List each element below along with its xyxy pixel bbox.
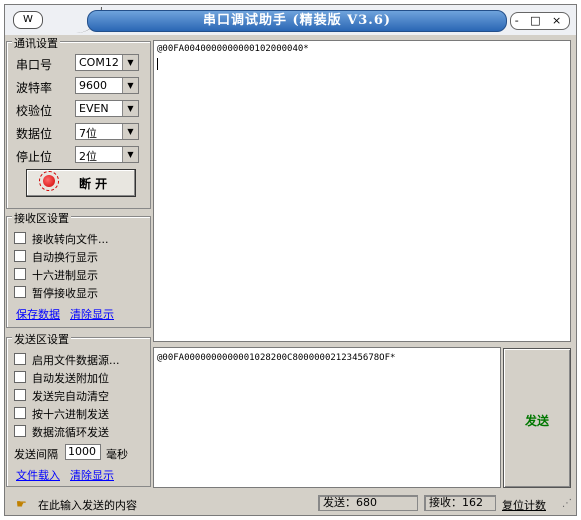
stopbits-row: 停止位 2位 ▼ bbox=[12, 146, 144, 164]
status-light-icon bbox=[43, 175, 55, 187]
window-title: 串口调试助手 (精装版 V3.6) bbox=[202, 13, 392, 28]
checkbox-label: 接收转向文件... bbox=[32, 233, 109, 246]
interval-row: 发送间隔 1000 毫秒 bbox=[12, 444, 144, 462]
checkbox-label: 自动发送附加位 bbox=[32, 372, 109, 385]
checkbox-icon[interactable] bbox=[14, 268, 26, 280]
send-textarea[interactable]: @00FA0000000000001028200C800000021234567… bbox=[153, 347, 501, 488]
system-menu-icon[interactable]: W bbox=[13, 11, 43, 29]
interval-label: 发送间隔 bbox=[14, 448, 58, 461]
chevron-down-icon[interactable]: ▼ bbox=[122, 124, 138, 139]
loop-send-checkbox[interactable]: 数据流循环发送 bbox=[12, 423, 142, 439]
baud-value: 9600 bbox=[79, 79, 107, 92]
received-counter: 接收：162 bbox=[424, 495, 496, 511]
chevron-down-icon[interactable]: ▼ bbox=[122, 147, 138, 162]
checkbox-icon[interactable] bbox=[14, 250, 26, 262]
baud-select[interactable]: 9600 ▼ bbox=[75, 77, 139, 94]
parity-value: EVEN bbox=[79, 102, 109, 115]
checkbox-label: 按十六进制发送 bbox=[32, 408, 109, 421]
checkbox-icon[interactable] bbox=[14, 407, 26, 419]
save-data-link[interactable]: 保存数据 bbox=[16, 306, 60, 322]
auto-clear-checkbox[interactable]: 发送完自动清空 bbox=[12, 387, 142, 403]
databits-label: 数据位 bbox=[16, 127, 53, 141]
receive-content: @00FA0040000000000102000040* bbox=[157, 44, 309, 54]
send-clear-link[interactable]: 清除显示 bbox=[70, 467, 114, 483]
send-button-label: 发送 bbox=[524, 414, 549, 428]
checkbox-label: 数据流循环发送 bbox=[32, 426, 109, 439]
checkbox-icon[interactable] bbox=[14, 353, 26, 365]
parity-select[interactable]: EVEN ▼ bbox=[75, 100, 139, 117]
stopbits-select[interactable]: 2位 ▼ bbox=[75, 146, 139, 163]
reset-count-button[interactable]: 复位计数 bbox=[502, 497, 546, 513]
stopbits-label: 停止位 bbox=[16, 150, 53, 164]
checkbox-label: 十六进制显示 bbox=[32, 269, 98, 282]
chevron-down-icon[interactable]: ▼ bbox=[122, 55, 138, 70]
file-load-link[interactable]: 文件载入 bbox=[16, 467, 60, 483]
checkbox-icon[interactable] bbox=[14, 286, 26, 298]
resize-grip-icon[interactable]: ⋰ bbox=[562, 498, 572, 509]
disconnect-label: 断 开 bbox=[79, 177, 108, 191]
receive-textarea[interactable]: @00FA0040000000000102000040* bbox=[153, 40, 571, 342]
checkbox-icon[interactable] bbox=[14, 425, 26, 437]
disconnect-button[interactable]: 断 开 bbox=[26, 169, 136, 197]
receive-clear-link[interactable]: 清除显示 bbox=[70, 306, 114, 322]
stopbits-value: 2位 bbox=[79, 150, 97, 163]
chevron-down-icon[interactable]: ▼ bbox=[122, 101, 138, 116]
port-label: 串口号 bbox=[16, 58, 53, 72]
title-bar: W 串口调试助手 (精装版 V3.6) - □ × bbox=[5, 5, 576, 35]
baud-row: 波特率 9600 ▼ bbox=[12, 77, 144, 95]
interval-unit: 毫秒 bbox=[106, 448, 128, 461]
chevron-down-icon[interactable]: ▼ bbox=[122, 78, 138, 93]
hand-pointer-icon: ☛ bbox=[16, 497, 27, 511]
checkbox-label: 启用文件数据源... bbox=[32, 354, 120, 367]
databits-value: 7位 bbox=[79, 127, 97, 140]
baud-label: 波特率 bbox=[16, 81, 53, 95]
title-pill: 串口调试助手 (精装版 V3.6) bbox=[87, 10, 507, 32]
databits-select[interactable]: 7位 ▼ bbox=[75, 123, 139, 140]
checkbox-label: 暂停接收显示 bbox=[32, 287, 98, 300]
status-hint: 在此输入发送的内容 bbox=[38, 499, 137, 512]
checkbox-label: 发送完自动清空 bbox=[32, 390, 109, 403]
send-button[interactable]: 发送 bbox=[503, 348, 571, 488]
sent-counter: 发送：680 bbox=[318, 495, 418, 511]
interval-input[interactable]: 1000 bbox=[65, 444, 101, 460]
port-value: COM12 bbox=[79, 56, 119, 69]
checkbox-label: 自动换行显示 bbox=[32, 251, 98, 264]
receive-group-title: 接收区设置 bbox=[12, 210, 71, 226]
pause-display-checkbox[interactable]: 暂停接收显示 bbox=[12, 284, 142, 300]
comm-group-title: 通讯设置 bbox=[12, 35, 60, 51]
parity-label: 校验位 bbox=[16, 104, 53, 118]
parity-row: 校验位 EVEN ▼ bbox=[12, 100, 144, 118]
recv-to-file-checkbox[interactable]: 接收转向文件... bbox=[12, 230, 142, 246]
databits-row: 数据位 7位 ▼ bbox=[12, 123, 144, 141]
checkbox-icon[interactable] bbox=[14, 371, 26, 383]
status-bar: ☛ 在此输入发送的内容 发送：680 接收：162 复位计数 ⋰ bbox=[4, 492, 577, 516]
port-select[interactable]: COM12 ▼ bbox=[75, 54, 139, 71]
auto-append-checkbox[interactable]: 自动发送附加位 bbox=[12, 369, 142, 385]
auto-wrap-checkbox[interactable]: 自动换行显示 bbox=[12, 248, 142, 264]
file-source-checkbox[interactable]: 启用文件数据源... bbox=[12, 351, 142, 367]
window-controls[interactable]: - □ × bbox=[510, 12, 570, 30]
send-content: @00FA0000000000001028200C800000021234567… bbox=[157, 353, 396, 363]
checkbox-icon[interactable] bbox=[14, 389, 26, 401]
send-group-title: 发送区设置 bbox=[12, 331, 71, 347]
hex-send-checkbox[interactable]: 按十六进制发送 bbox=[12, 405, 142, 421]
hex-display-checkbox[interactable]: 十六进制显示 bbox=[12, 266, 142, 282]
checkbox-icon[interactable] bbox=[14, 232, 26, 244]
text-caret bbox=[157, 58, 158, 70]
port-row: 串口号 COM12 ▼ bbox=[12, 54, 144, 72]
